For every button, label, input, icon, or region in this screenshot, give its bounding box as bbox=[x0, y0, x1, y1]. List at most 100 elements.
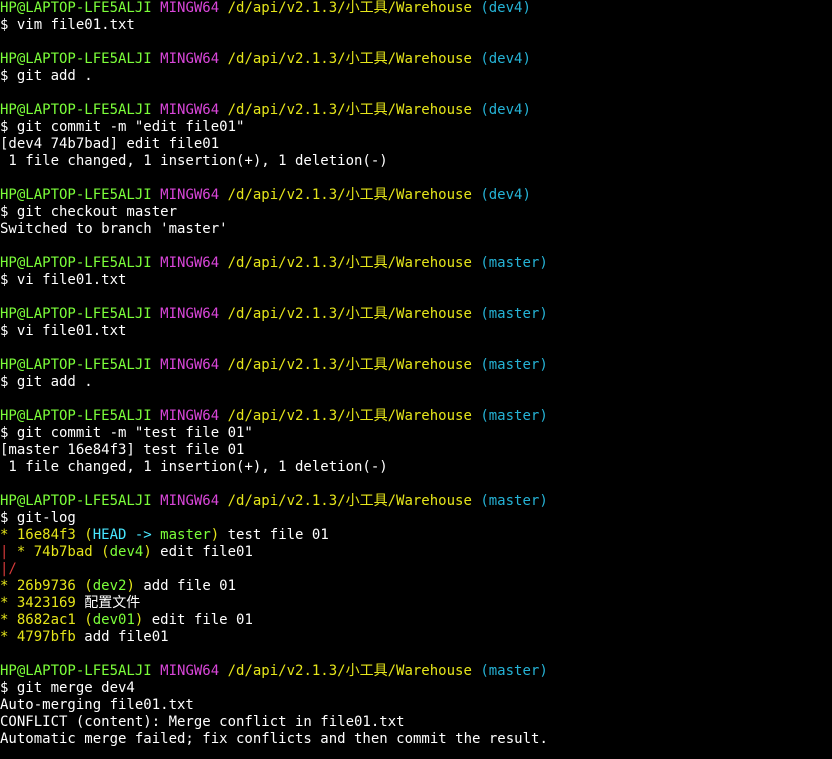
terminal-text-segment: * bbox=[0, 612, 17, 628]
terminal-text-segment: /d/api/v2.1.3/小工具/Warehouse bbox=[227, 357, 481, 373]
terminal-text-segment: /d/api/v2.1.3/小工具/Warehouse bbox=[227, 306, 481, 322]
terminal-text-segment: (master) bbox=[480, 663, 548, 679]
terminal-text-segment: /d/api/v2.1.3/小工具/Warehouse bbox=[227, 51, 481, 67]
terminal-text-segment: (master) bbox=[480, 493, 548, 509]
terminal-text-segment: HP@LAPTOP-LFE5ALJI bbox=[0, 306, 161, 322]
terminal-line: $ git commit -m "test file 01" bbox=[0, 425, 832, 442]
terminal-text-segment: /d/api/v2.1.3/小工具/Warehouse bbox=[227, 255, 481, 271]
terminal-text-segment: (master) bbox=[480, 255, 548, 271]
terminal-line: HP@LAPTOP-LFE5ALJI MINGW64 /d/api/v2.1.3… bbox=[0, 255, 832, 272]
terminal-text-segment: edit file01 bbox=[151, 544, 253, 560]
terminal-line: $ git add . bbox=[0, 374, 832, 391]
terminal-text-segment: $ git-log bbox=[0, 510, 76, 526]
terminal-line: [dev4 74b7bad] edit file01 bbox=[0, 136, 832, 153]
terminal-text-segment: dev01 bbox=[92, 612, 135, 628]
terminal-line: HP@LAPTOP-LFE5ALJI MINGW64 /d/api/v2.1.3… bbox=[0, 0, 832, 17]
terminal-text-segment: HP@LAPTOP-LFE5ALJI bbox=[0, 0, 161, 16]
terminal-line: HP@LAPTOP-LFE5ALJI MINGW64 /d/api/v2.1.3… bbox=[0, 51, 832, 68]
terminal-line: $ git-log bbox=[0, 510, 832, 527]
terminal-text-segment: MINGW64 bbox=[160, 255, 228, 271]
terminal-text-segment: $ git add . bbox=[0, 68, 93, 84]
terminal-text-segment: $ vim file01.txt bbox=[0, 17, 135, 33]
terminal-text-segment: * bbox=[0, 527, 17, 543]
terminal-text-segment: $ git commit -m "test file 01" bbox=[0, 425, 253, 441]
terminal-text-segment: (dev4) bbox=[480, 51, 531, 67]
terminal-text-segment: (dev4) bbox=[480, 0, 531, 16]
terminal-text-segment: /d/api/v2.1.3/小工具/Warehouse bbox=[227, 187, 481, 203]
terminal-text-segment: ( bbox=[84, 612, 93, 628]
terminal-text-segment: (dev4) bbox=[480, 187, 531, 203]
terminal-text-segment: Automatic merge failed; fix conflicts an… bbox=[0, 731, 548, 747]
terminal-text-segment: $ git add . bbox=[0, 374, 93, 390]
terminal-text-segment: test file 01 bbox=[219, 527, 329, 543]
terminal-text-segment: HEAD -> bbox=[92, 527, 161, 543]
terminal-text-segment: $ vi file01.txt bbox=[0, 323, 127, 339]
terminal-line: |/ bbox=[0, 561, 832, 578]
terminal-line: 1 file changed, 1 insertion(+), 1 deleti… bbox=[0, 459, 832, 476]
terminal-line: Switched to branch 'master' bbox=[0, 221, 832, 238]
terminal-text-segment: edit file 01 bbox=[143, 612, 253, 628]
terminal-text-segment: (dev4) bbox=[480, 102, 531, 118]
terminal-text-segment: 1 file changed, 1 insertion(+), 1 deleti… bbox=[0, 459, 388, 475]
terminal-text-segment: [master 16e84f3] test file 01 bbox=[0, 442, 245, 458]
terminal-text-segment: 74b7bad bbox=[33, 544, 102, 560]
terminal-line: Automatic merge failed; fix conflicts an… bbox=[0, 731, 832, 748]
terminal-line: $ vi file01.txt bbox=[0, 323, 832, 340]
terminal-line: * 8682ac1 (dev01) edit file 01 bbox=[0, 612, 832, 629]
terminal-line: * 16e84f3 (HEAD -> master) test file 01 bbox=[0, 527, 832, 544]
terminal-text-segment: ) bbox=[210, 527, 220, 543]
terminal-text-segment: MINGW64 bbox=[160, 102, 228, 118]
terminal-text-segment: HP@LAPTOP-LFE5ALJI bbox=[0, 357, 161, 373]
terminal-line: HP@LAPTOP-LFE5ALJI MINGW64 /d/api/v2.1.3… bbox=[0, 306, 832, 323]
terminal-text-segment: $ git merge dev4 bbox=[0, 680, 135, 696]
terminal-text-segment: /d/api/v2.1.3/小工具/Warehouse bbox=[227, 493, 481, 509]
terminal-line: $ git checkout master bbox=[0, 204, 832, 221]
terminal-line: HP@LAPTOP-LFE5ALJI MINGW64 /d/api/v2.1.3… bbox=[0, 408, 832, 425]
terminal-text-segment: $ git commit -m "edit file01" bbox=[0, 119, 245, 135]
terminal-text-segment: [dev4 74b7bad] edit file01 bbox=[0, 136, 220, 152]
terminal-text-segment: MINGW64 bbox=[160, 306, 228, 322]
terminal-line: * 4797bfb add file01 bbox=[0, 629, 832, 646]
terminal-text-segment: ( bbox=[84, 527, 93, 543]
terminal-text-segment: 配置文件 bbox=[84, 595, 141, 611]
terminal-line: $ git add . bbox=[0, 68, 832, 85]
terminal-text-segment: $ git checkout master bbox=[0, 204, 178, 220]
terminal-text-segment: $ vi file01.txt bbox=[0, 272, 127, 288]
terminal-line: [master 16e84f3] test file 01 bbox=[0, 442, 832, 459]
terminal-text-segment: 4797bfb bbox=[16, 629, 85, 645]
terminal-text-segment: master bbox=[160, 527, 211, 543]
terminal-text-segment: * bbox=[0, 578, 17, 594]
terminal-text-segment: /d/api/v2.1.3/小工具/Warehouse bbox=[227, 408, 481, 424]
terminal-text-segment: Switched to branch 'master' bbox=[0, 221, 228, 237]
terminal-text-segment: MINGW64 bbox=[160, 357, 228, 373]
terminal-text-segment: (master) bbox=[480, 306, 548, 322]
terminal-text-segment: MINGW64 bbox=[160, 187, 228, 203]
terminal-text-segment: add file 01 bbox=[134, 578, 237, 594]
terminal-text-segment: * bbox=[0, 629, 17, 645]
terminal-line: HP@LAPTOP-LFE5ALJI MINGW64 /d/api/v2.1.3… bbox=[0, 493, 832, 510]
terminal-text-segment: (master) bbox=[480, 408, 548, 424]
terminal-text-segment: HP@LAPTOP-LFE5ALJI bbox=[0, 51, 161, 67]
terminal-line: 1 file changed, 1 insertion(+), 1 deleti… bbox=[0, 153, 832, 170]
terminal-text-segment: HP@LAPTOP-LFE5ALJI bbox=[0, 493, 161, 509]
terminal-output[interactable]: HP@LAPTOP-LFE5ALJI MINGW64 /d/api/v2.1.3… bbox=[0, 0, 832, 759]
terminal-line: $ vi file01.txt bbox=[0, 272, 832, 289]
terminal-text-segment: | bbox=[0, 544, 17, 560]
terminal-line: HP@LAPTOP-LFE5ALJI MINGW64 /d/api/v2.1.3… bbox=[0, 102, 832, 119]
terminal-text-segment: Auto-merging file01.txt bbox=[0, 697, 194, 713]
terminal-text-segment: ) bbox=[126, 578, 135, 594]
terminal-line: HP@LAPTOP-LFE5ALJI MINGW64 /d/api/v2.1.3… bbox=[0, 357, 832, 374]
terminal-text-segment: 16e84f3 bbox=[16, 527, 85, 543]
terminal-text-segment: MINGW64 bbox=[160, 408, 228, 424]
terminal-text-segment: * bbox=[0, 595, 17, 611]
terminal-line: HP@LAPTOP-LFE5ALJI MINGW64 /d/api/v2.1.3… bbox=[0, 663, 832, 680]
terminal-text-segment: 8682ac1 bbox=[16, 612, 85, 628]
terminal-text-segment: /d/api/v2.1.3/小工具/Warehouse bbox=[227, 0, 481, 16]
